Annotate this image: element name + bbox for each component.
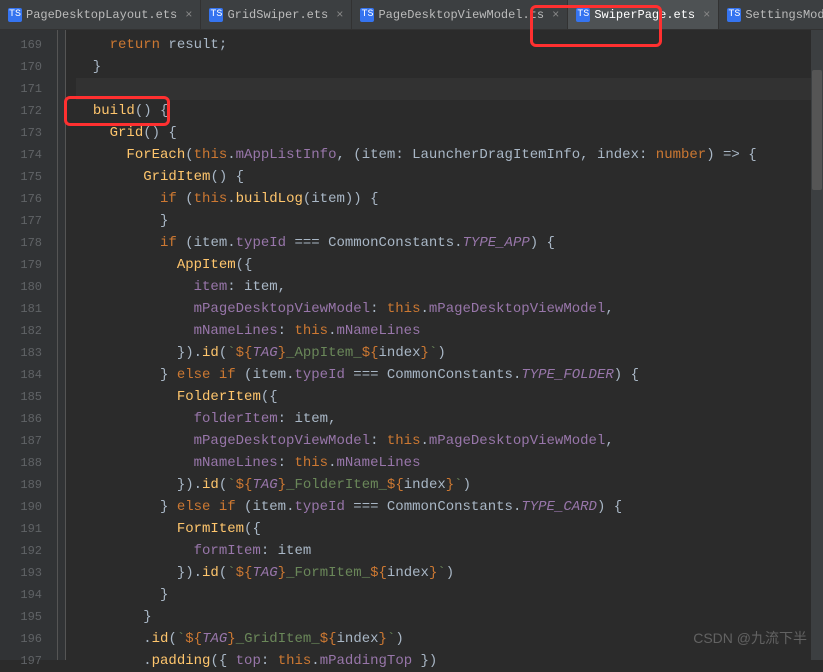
line-number: 182 <box>0 320 42 342</box>
scrollbar-thumb[interactable] <box>812 70 822 190</box>
file-type-icon: TS <box>360 8 374 22</box>
code-line[interactable]: mNameLines: this.mNameLines <box>76 452 823 474</box>
close-icon[interactable]: × <box>552 8 559 22</box>
line-number: 197 <box>0 650 42 672</box>
code-line[interactable]: formItem: item <box>76 540 823 562</box>
line-number: 196 <box>0 628 42 650</box>
code-line[interactable]: FolderItem({ <box>76 386 823 408</box>
line-number: 191 <box>0 518 42 540</box>
file-type-icon: TS <box>8 8 22 22</box>
code-line[interactable]: Grid() { <box>76 122 823 144</box>
code-line[interactable]: mPageDesktopViewModel: this.mPageDesktop… <box>76 430 823 452</box>
code-line[interactable]: item: item, <box>76 276 823 298</box>
line-number: 187 <box>0 430 42 452</box>
code-line[interactable]: } <box>76 210 823 232</box>
code-line[interactable]: }).id(`${TAG}_AppItem_${index}`) <box>76 342 823 364</box>
code-line[interactable]: GridItem() { <box>76 166 823 188</box>
code-line[interactable]: } <box>76 584 823 606</box>
code-line[interactable]: mPageDesktopViewModel: this.mPageDesktop… <box>76 298 823 320</box>
line-number-gutter: 1691701711721731741751761771781791801811… <box>0 30 50 660</box>
code-line[interactable]: }).id(`${TAG}_FolderItem_${index}`) <box>76 474 823 496</box>
code-line[interactable]: return result; <box>76 34 823 56</box>
line-number: 189 <box>0 474 42 496</box>
file-type-icon: TS <box>727 8 741 22</box>
tab-PageDesktopLayout-ets[interactable]: TS PageDesktopLayout.ets × <box>0 0 201 29</box>
file-type-icon: TS <box>209 8 223 22</box>
code-line[interactable] <box>76 78 823 100</box>
code-line[interactable]: } <box>76 606 823 628</box>
line-number: 193 <box>0 562 42 584</box>
code-line[interactable]: } <box>76 56 823 78</box>
line-number: 176 <box>0 188 42 210</box>
code-line[interactable]: .padding({ top: this.mPaddingTop }) <box>76 650 823 672</box>
line-number: 173 <box>0 122 42 144</box>
tab-label: GridSwiper.ets <box>227 8 328 22</box>
code-line[interactable]: } else if (item.typeId === CommonConstan… <box>76 496 823 518</box>
line-number: 174 <box>0 144 42 166</box>
line-number: 183 <box>0 342 42 364</box>
file-type-icon: TS <box>576 8 590 22</box>
editor-tabs: TS PageDesktopLayout.ets × TS GridSwiper.ets… <box>0 0 823 30</box>
tab-SwiperPage-ets[interactable]: TS SwiperPage.ets × <box>568 0 719 29</box>
tab-label: PageDesktopViewModel.ts <box>378 8 544 22</box>
line-number: 186 <box>0 408 42 430</box>
tab-PageDesktopViewModel-ts[interactable]: TS PageDesktopViewModel.ts × <box>352 0 568 29</box>
fold-gutter[interactable] <box>50 30 66 660</box>
tab-label: SettingsModel.ts <box>745 8 823 22</box>
tab-GridSwiper-ets[interactable]: TS GridSwiper.ets × <box>201 0 352 29</box>
code-line[interactable]: AppItem({ <box>76 254 823 276</box>
code-area[interactable]: return result; } build() { Grid() { ForE… <box>66 30 823 660</box>
tab-label: PageDesktopLayout.ets <box>26 8 177 22</box>
line-number: 188 <box>0 452 42 474</box>
code-line[interactable]: } else if (item.typeId === CommonConstan… <box>76 364 823 386</box>
code-editor: 1691701711721731741751761771781791801811… <box>0 30 823 660</box>
tab-label: SwiperPage.ets <box>594 8 695 22</box>
close-icon[interactable]: × <box>185 8 192 22</box>
tab-SettingsModel-ts[interactable]: TSSettingsModel.ts× <box>719 0 823 29</box>
code-line[interactable]: build() { <box>76 100 823 122</box>
vertical-scrollbar[interactable] <box>811 30 823 660</box>
code-line[interactable]: if (item.typeId === CommonConstants.TYPE… <box>76 232 823 254</box>
line-number: 170 <box>0 56 42 78</box>
line-number: 179 <box>0 254 42 276</box>
code-line[interactable]: }).id(`${TAG}_FormItem_${index}`) <box>76 562 823 584</box>
code-line[interactable]: mNameLines: this.mNameLines <box>76 320 823 342</box>
close-icon[interactable]: × <box>336 8 343 22</box>
line-number: 194 <box>0 584 42 606</box>
line-number: 169 <box>0 34 42 56</box>
line-number: 171 <box>0 78 42 100</box>
line-number: 185 <box>0 386 42 408</box>
line-number: 175 <box>0 166 42 188</box>
code-line[interactable]: folderItem: item, <box>76 408 823 430</box>
line-number: 178 <box>0 232 42 254</box>
line-number: 177 <box>0 210 42 232</box>
watermark-text: CSDN @九流下半 <box>693 628 807 648</box>
line-number: 172 <box>0 100 42 122</box>
line-number: 184 <box>0 364 42 386</box>
code-line[interactable]: ForEach(this.mAppListInfo, (item: Launch… <box>76 144 823 166</box>
line-number: 192 <box>0 540 42 562</box>
line-number: 181 <box>0 298 42 320</box>
line-number: 180 <box>0 276 42 298</box>
code-line[interactable]: FormItem({ <box>76 518 823 540</box>
code-line[interactable]: if (this.buildLog(item)) { <box>76 188 823 210</box>
close-icon[interactable]: × <box>703 8 710 22</box>
line-number: 190 <box>0 496 42 518</box>
line-number: 195 <box>0 606 42 628</box>
